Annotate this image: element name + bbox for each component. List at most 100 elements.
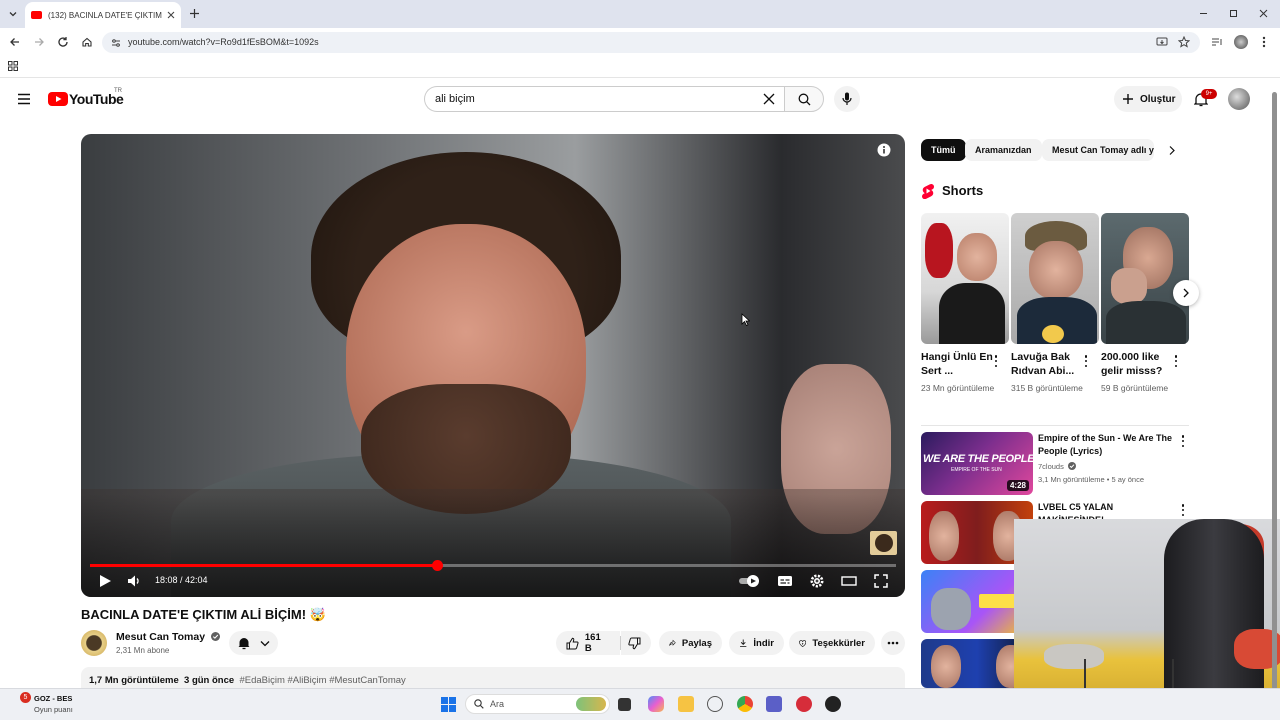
thumb-person-left <box>929 511 959 561</box>
channel-avatar[interactable] <box>81 630 107 656</box>
new-tab-icon[interactable] <box>189 8 200 19</box>
short-menu-icon[interactable] <box>994 355 998 367</box>
recommended-menu-icon[interactable] <box>1181 435 1185 447</box>
taskbar-search-input[interactable]: Ara <box>465 694 610 714</box>
short-title[interactable]: Lavuğa Bak Rıdvan Abi... <box>1011 350 1085 378</box>
install-app-icon[interactable] <box>1156 36 1168 48</box>
profile-avatar-icon[interactable] <box>1234 35 1248 49</box>
play-icon[interactable] <box>97 573 113 589</box>
shorts-next-button[interactable] <box>1173 280 1199 306</box>
account-avatar[interactable] <box>1228 88 1250 110</box>
forward-icon[interactable] <box>33 36 45 48</box>
video-player[interactable]: 18:08 / 42:04 <box>81 134 905 597</box>
chip-channel[interactable]: Mesut Can Tomay adlı yü <box>1042 139 1154 161</box>
share-button[interactable]: Paylaş <box>659 631 722 655</box>
widget-badge[interactable]: 5 <box>20 692 31 703</box>
autoplay-toggle[interactable] <box>738 573 762 589</box>
chips-next-icon[interactable] <box>1168 145 1176 156</box>
short-menu-icon[interactable] <box>1084 355 1088 367</box>
copilot-icon[interactable] <box>648 696 664 712</box>
short-title[interactable]: Hangi Ünlü En Sert ... <box>921 350 995 378</box>
shorts-logo-icon <box>921 183 935 199</box>
channel-watermark-avatar[interactable] <box>870 531 897 555</box>
channel-name[interactable]: Mesut Can Tomay <box>116 631 220 643</box>
like-button[interactable]: 161 B <box>556 631 620 655</box>
scrubber-handle[interactable] <box>432 560 443 571</box>
youtube-logo-icon[interactable] <box>48 92 68 106</box>
file-explorer-icon[interactable] <box>678 696 694 712</box>
hamburger-menu-icon[interactable] <box>17 93 31 105</box>
reload-icon[interactable] <box>57 36 69 48</box>
short-thumbnail[interactable] <box>1011 213 1099 344</box>
search-highlight-icon <box>576 697 606 711</box>
short-logo-badge <box>1042 325 1064 343</box>
thanks-button[interactable]: Teşekkürler <box>789 631 875 655</box>
start-windows-icon[interactable] <box>441 697 456 712</box>
close-window-icon[interactable] <box>1259 9 1268 18</box>
chrome-icon[interactable] <box>737 696 753 712</box>
browser-tab-youtube[interactable]: (132) BACINLA DATE'E ÇIKTIM A <box>25 2 181 28</box>
video-title: BACINLA DATE'E ÇIKTIM ALİ BİÇİM! 🤯 <box>81 607 326 622</box>
windows-taskbar <box>0 688 1280 720</box>
url-bar[interactable]: youtube.com/watch?v=Ro9d1fEsBOM&t=1092s <box>102 32 1200 53</box>
short-thumbnail[interactable] <box>1101 213 1189 344</box>
create-button[interactable]: Oluştur <box>1114 86 1182 112</box>
fullscreen-icon[interactable] <box>873 573 889 589</box>
chip-all[interactable]: Tümü <box>921 139 966 161</box>
shorts-section-title: Shorts <box>942 183 984 198</box>
short-face <box>957 233 997 281</box>
recommended-meta: 3,1 Mn görüntüleme • 5 ay önce <box>1038 475 1145 484</box>
settings-gear-icon[interactable] <box>809 573 825 589</box>
thumbs-down-icon <box>628 637 641 649</box>
media-controls-icon[interactable] <box>1211 36 1223 48</box>
search-input[interactable]: ali biçim <box>424 86 785 112</box>
volume-icon[interactable] <box>126 573 142 589</box>
subscriber-count: 2,31 Mn abone <box>116 646 170 655</box>
short-thumbnail[interactable] <box>921 213 1009 344</box>
short-menu-icon[interactable] <box>1174 355 1178 367</box>
recommended-title[interactable]: Empire of the Sun - We Are The People (L… <box>1038 432 1178 458</box>
tab-search-icon[interactable] <box>7 8 19 20</box>
tab-close-icon[interactable] <box>167 11 175 19</box>
notification-count-badge: 9+ <box>1201 89 1217 99</box>
teams-icon[interactable] <box>766 696 782 712</box>
widget-title[interactable]: GOZ - BES <box>34 694 72 703</box>
verified-badge-icon <box>211 632 220 641</box>
info-icon[interactable] <box>877 143 891 157</box>
chip-from-search[interactable]: Aramanızdan <box>965 139 1042 161</box>
red-app-icon[interactable] <box>796 696 812 712</box>
recommended-menu-icon[interactable] <box>1181 504 1185 516</box>
restore-icon[interactable] <box>1229 9 1238 18</box>
more-actions-button[interactable] <box>881 631 905 655</box>
recommended-thumbnail[interactable]: WE ARE THE PEOPLE EMPIRE OF THE SUN 4:28 <box>921 432 1033 495</box>
dislike-button[interactable] <box>621 631 651 655</box>
short-title[interactable]: 200.000 like gelir misss? <box>1101 350 1175 378</box>
short-shirt <box>939 283 1005 344</box>
search-button[interactable] <box>784 86 824 112</box>
thanks-label: Teşekkürler <box>812 637 865 649</box>
bookmark-star-icon[interactable] <box>1178 36 1190 48</box>
recommended-channel[interactable]: 7clouds <box>1038 462 1076 471</box>
download-button[interactable]: İndir <box>729 631 784 655</box>
browser-menu-icon[interactable] <box>1262 36 1266 48</box>
theater-mode-icon[interactable] <box>841 573 857 589</box>
site-info-icon[interactable] <box>111 38 121 48</box>
subscription-bell-button[interactable] <box>229 631 278 655</box>
app-icon[interactable] <box>707 696 723 712</box>
voice-search-button[interactable] <box>834 86 860 112</box>
obs-icon[interactable] <box>825 696 841 712</box>
thumb-person-left <box>931 645 961 688</box>
progress-bar[interactable] <box>90 560 896 571</box>
minimize-icon[interactable] <box>1199 9 1208 18</box>
task-view-icon[interactable] <box>618 698 631 711</box>
back-icon[interactable] <box>9 36 21 48</box>
bell-ringing-icon <box>238 638 250 650</box>
subtitles-icon[interactable] <box>777 573 793 589</box>
home-icon[interactable] <box>81 36 93 48</box>
clear-search-icon[interactable] <box>763 93 775 105</box>
url-text: youtube.com/watch?v=Ro9d1fEsBOM&t=1092s <box>128 37 319 47</box>
page-scrollbar[interactable] <box>1272 92 1277 690</box>
apps-grid-icon[interactable] <box>8 61 18 71</box>
short-hand <box>1111 268 1147 304</box>
hashtags[interactable]: #EdaBiçim #AliBiçim #MesutCanTomay <box>239 675 405 686</box>
